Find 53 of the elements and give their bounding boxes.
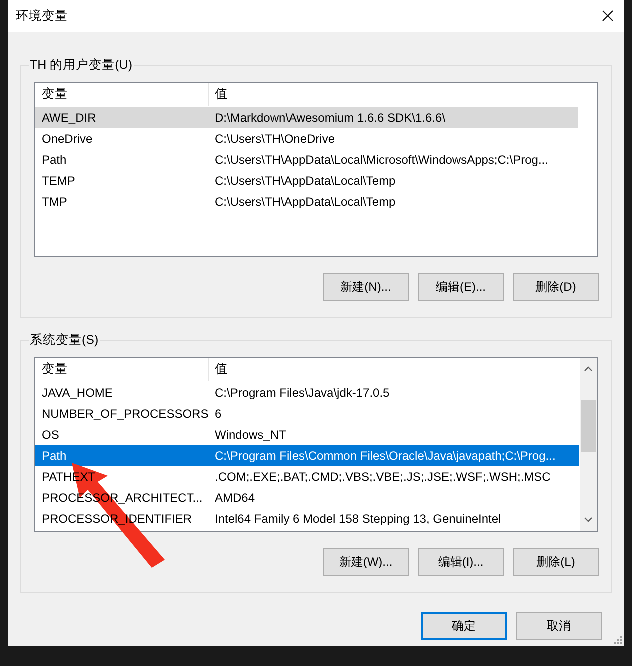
variable-value: C:\Users\TH\AppData\Local\Temp — [214, 194, 396, 210]
variable-value: C:\Program Files\Common Files\Oracle\Java\javapath;C:\Prog... — [214, 448, 556, 464]
variable-row[interactable]: NUMBER_OF_PROCESSORS 6 — [35, 403, 579, 424]
variable-row[interactable]: Path C:\Program Files\Common Files\Oracle\Java\javapath;C:\Prog... — [35, 445, 579, 466]
column-header[interactable]: 值 — [209, 358, 228, 381]
variable-list[interactable] — [34, 82, 598, 257]
variable-value: D:\Markdown\Awesomium 1.6.6 SDK\1.6.6\ — [214, 110, 446, 126]
variable-value: .COM;.EXE;.BAT;.CMD;.VBS;.VBE;.JS;.JSE;.WSF;.WSH;.MSC — [214, 468, 551, 486]
dialog-button[interactable]: 删除(D) — [513, 273, 599, 301]
variable-name: Path — [42, 448, 67, 464]
dialog-button[interactable]: 确定 — [421, 612, 507, 640]
dialog-button[interactable]: 取消 — [516, 612, 602, 640]
variable-value: AMD64 — [214, 490, 256, 506]
variable-name: Path — [42, 152, 67, 168]
variable-name: JAVA_HOME — [42, 384, 113, 402]
variable-value: 6 — [214, 406, 222, 422]
variable-value: C:\Program Files\Java\jdk-17.0.5 — [214, 384, 390, 402]
group-title: 系统变量(S) — [29, 331, 100, 350]
dialog-button[interactable]: 删除(L) — [513, 548, 599, 576]
variable-value: C:\Users\TH\AppData\Local\Temp — [214, 172, 396, 190]
variable-row[interactable]: OneDrive C:\Users\TH\OneDrive — [35, 128, 578, 149]
variable-name: NUMBER_OF_PROCESSORS — [42, 406, 209, 422]
dialog-button[interactable]: 新建(W)... — [323, 548, 409, 576]
variable-name: OS — [42, 426, 60, 444]
scroll-up-icon[interactable] — [584, 366, 593, 372]
column-header[interactable]: 变量 — [35, 358, 209, 381]
scrollbar[interactable] — [580, 358, 597, 531]
dialog-button[interactable]: 新建(N)... — [323, 273, 409, 301]
variable-value: C:\Users\TH\OneDrive — [214, 130, 336, 148]
variable-value: Intel64 Family 6 Model 158 Stepping 13, GenuineIntel — [214, 510, 502, 528]
resize-grip-icon[interactable] — [612, 634, 622, 644]
variable-name: TMP — [42, 194, 68, 210]
group-title: TH 的用户变量(U) — [29, 56, 134, 75]
variable-row[interactable]: TEMP C:\Users\TH\AppData\Local\Temp — [35, 170, 578, 191]
close-icon[interactable] — [602, 10, 614, 22]
variable-name: TEMP — [42, 172, 76, 190]
variable-row[interactable]: TMP C:\Users\TH\AppData\Local\Temp — [35, 191, 578, 212]
variable-row[interactable]: OS Windows_NT — [35, 424, 579, 445]
column-header[interactable]: 值 — [209, 83, 228, 106]
scroll-thumb[interactable] — [581, 400, 596, 452]
variable-list[interactable] — [34, 357, 598, 532]
variable-value: C:\Users\TH\AppData\Local\Microsoft\WindowsApps;C:\Prog... — [214, 152, 548, 168]
column-header[interactable]: 变量 — [35, 83, 209, 106]
dialog-button[interactable]: 编辑(I)... — [418, 548, 504, 576]
variable-row[interactable]: Path C:\Users\TH\AppData\Local\Microsoft\WindowsApps;C:\Prog... — [35, 149, 578, 170]
dialog-button[interactable]: 编辑(E)... — [418, 273, 504, 301]
window-title: 环境变量 — [16, 8, 68, 25]
variable-name: OneDrive — [42, 130, 93, 148]
variable-value: Windows_NT — [214, 426, 286, 444]
scroll-down-icon[interactable] — [584, 517, 593, 523]
variable-row[interactable]: AWE_DIR D:\Markdown\Awesomium 1.6.6 SDK\1.6.6\ — [35, 107, 578, 128]
variable-name: AWE_DIR — [42, 110, 96, 126]
variable-row[interactable]: JAVA_HOME C:\Program Files\Java\jdk-17.0.5 — [35, 382, 579, 403]
